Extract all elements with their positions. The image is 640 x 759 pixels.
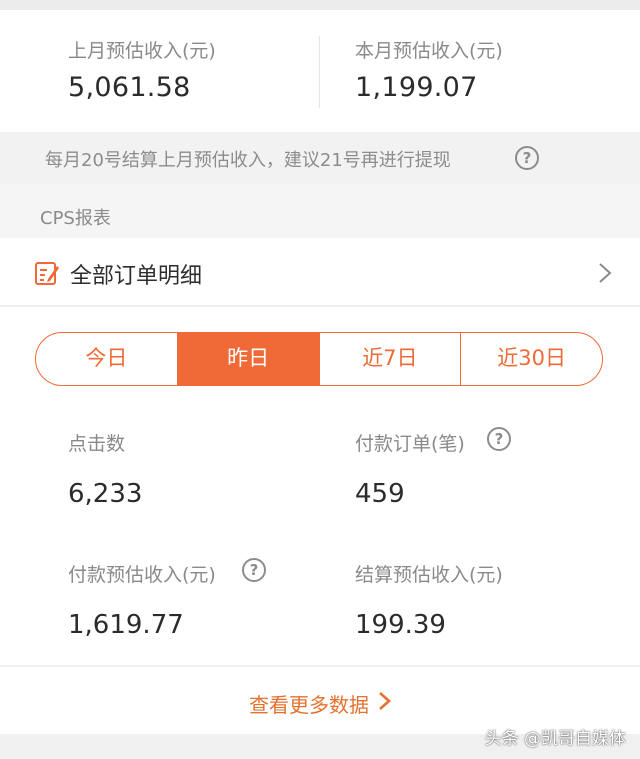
last-month-income-value: 5,061.58 xyxy=(68,72,191,103)
settlement-notice-text: 每月20号结算上月预估收入，建议21号再进行提现 xyxy=(45,150,451,171)
paid-orders-help-icon[interactable]: ? xyxy=(487,427,511,451)
last-month-income-label: 上月预估收入(元) xyxy=(68,40,216,62)
tab-last-7-days[interactable]: 近7日 xyxy=(320,333,462,385)
paid-income-help-icon[interactable]: ? xyxy=(242,558,266,582)
paid-orders-value: 459 xyxy=(355,479,405,509)
settlement-help-icon[interactable]: ? xyxy=(515,146,539,170)
chevron-right-icon[interactable] xyxy=(378,691,391,711)
paid-orders-label: 付款订单(笔) xyxy=(355,433,465,455)
settled-income-value: 199.39 xyxy=(355,610,446,640)
tab-today[interactable]: 今日 xyxy=(36,333,178,385)
clicks-value: 6,233 xyxy=(68,479,143,509)
summary-divider xyxy=(319,36,320,108)
last-month-income: 上月预估收入(元) 5,061.58 xyxy=(68,10,318,132)
section-title: CPS报表 xyxy=(40,208,111,229)
watermark: 头条 @凯哥自媒体 xyxy=(484,729,626,749)
section-header: CPS报表 xyxy=(0,184,640,238)
this-month-income-label: 本月预估收入(元) xyxy=(355,40,503,62)
view-more-data-link[interactable]: 查看更多数据 xyxy=(249,689,369,718)
paid-income-label: 付款预估收入(元) xyxy=(68,564,216,586)
stats-panel: 今日 昨日 近7日 近30日 点击数 6,233 付款订单(笔) ? 459 付… xyxy=(0,307,640,665)
clicks-label: 点击数 xyxy=(68,433,126,455)
income-summary: 上月预估收入(元) 5,061.58 本月预估收入(元) 1,199.07 xyxy=(0,10,640,132)
all-orders-row[interactable]: 全部订单明细 xyxy=(0,238,640,306)
paid-income-value: 1,619.77 xyxy=(68,610,184,640)
settlement-notice: 每月20号结算上月预估收入，建议21号再进行提现 xyxy=(0,132,640,184)
this-month-income-value: 1,199.07 xyxy=(355,72,478,103)
this-month-income: 本月预估收入(元) 1,199.07 xyxy=(355,10,605,132)
all-orders-label: 全部订单明细 xyxy=(70,264,203,289)
edit-list-icon xyxy=(35,262,59,285)
tab-last-30-days[interactable]: 近30日 xyxy=(461,333,602,385)
tab-yesterday[interactable]: 昨日 xyxy=(177,333,320,385)
date-range-tabs: 今日 昨日 近7日 近30日 xyxy=(35,332,603,386)
settled-income-label: 结算预估收入(元) xyxy=(355,564,503,586)
chevron-right-icon xyxy=(599,263,612,283)
top-divider xyxy=(0,0,640,10)
